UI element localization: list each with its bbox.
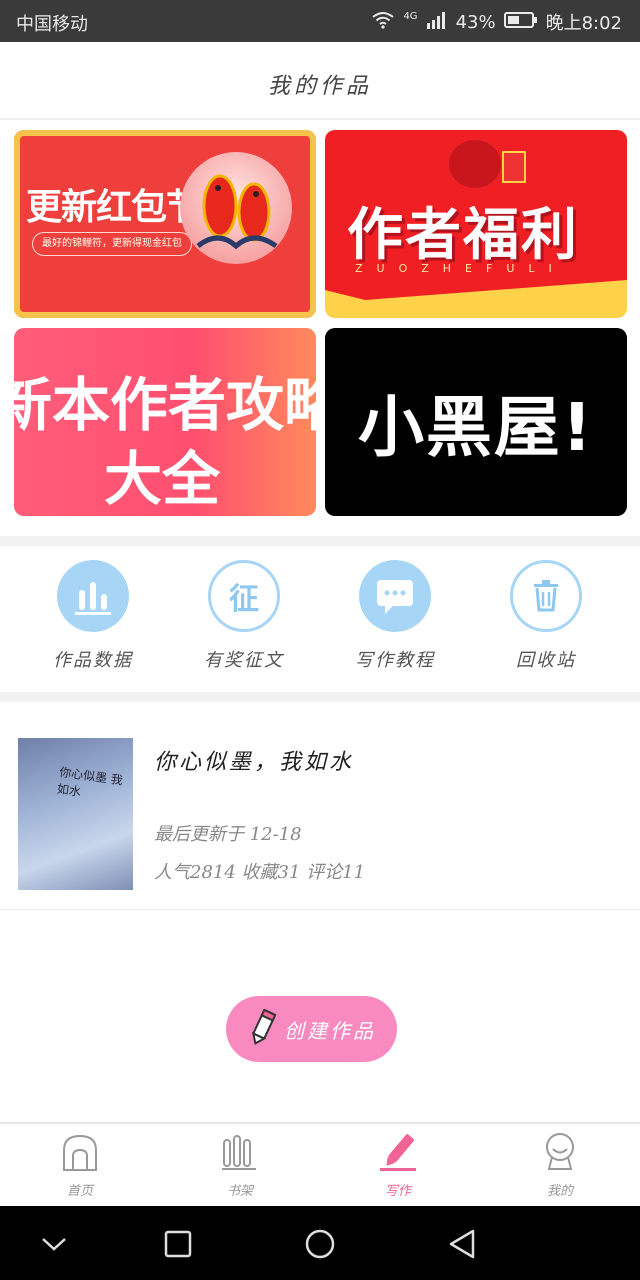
tab-home[interactable]: 首页: [30, 1132, 130, 1199]
tab-bookshelf[interactable]: 书架: [190, 1132, 290, 1199]
banner-pinyin: ZUOZHEFULI: [355, 262, 566, 275]
tab-label: 写作: [384, 1184, 411, 1199]
signal-icon: [426, 11, 448, 34]
create-button-label: 创建作品: [284, 1018, 376, 1043]
banner-subtitle: 最好的锦鲤符，更新得现金红包: [32, 232, 192, 256]
home-circle-icon[interactable]: [300, 1224, 340, 1264]
battery-percent: 43%: [455, 11, 496, 33]
banner-title-line1: 新本作者攻略: [14, 371, 316, 439]
pen-icon: [378, 1134, 418, 1176]
page-title: 我的作品: [267, 74, 372, 99]
status-icons: 4G 43% 晚上8:02: [371, 9, 622, 35]
page-header: 我的作品: [0, 42, 640, 120]
banner-title: 更新红包节: [26, 187, 202, 228]
banner-title: 作者福利: [347, 203, 579, 268]
back-triangle-icon[interactable]: [442, 1224, 482, 1264]
work-list-item[interactable]: 你心似墨 我如水 你心似墨，我如水 最后更新于 12-18 人气2814 收藏3…: [0, 702, 640, 910]
create-work-button[interactable]: 创建作品: [226, 996, 397, 1062]
trash-icon: [510, 560, 582, 632]
banner-title: 小黑屋!: [357, 389, 595, 466]
carrier-name: 中国移动: [16, 14, 88, 35]
banner-title-line2: 大全: [104, 445, 221, 513]
quick-actions: 作品数据 征 有奖征文 写作教程 回收站: [0, 546, 640, 692]
tab-label: 首页: [66, 1184, 93, 1199]
work-stats: 人气2814 收藏31 评论11: [154, 862, 366, 883]
section-divider: [0, 536, 640, 546]
home-icon: [60, 1134, 100, 1176]
bookshelf-icon: [220, 1135, 260, 1176]
banner-author-guide[interactable]: 新本作者攻略 大全: [14, 328, 316, 516]
action-label: 回收站: [516, 650, 576, 671]
clock: 晚上8:02: [545, 13, 622, 34]
bottom-tab-bar: 首页 书架 写作 我的: [0, 1122, 640, 1206]
koi-fish-icon: [180, 152, 292, 264]
work-title: 你心似墨，我如水: [154, 750, 355, 775]
system-navigation-bar: [0, 1206, 640, 1280]
chevron-down-icon[interactable]: [34, 1224, 74, 1264]
tab-mine[interactable]: 我的: [510, 1132, 610, 1199]
banner-update-red-packet[interactable]: 更新红包节 最好的锦鲤符，更新得现金红包: [14, 130, 316, 318]
banner-author-welfare[interactable]: 作者福利 ZUOZHEFULI: [325, 130, 627, 318]
chat-bubble-icon: [359, 560, 431, 632]
battery-icon: [503, 11, 538, 34]
section-divider: [0, 692, 640, 702]
action-writing-tutorial[interactable]: 写作教程: [330, 560, 460, 672]
banner-blackroom[interactable]: 小黑屋!: [325, 328, 627, 516]
user-icon: [540, 1133, 580, 1176]
pencil-icon: [248, 1007, 278, 1052]
action-label: 写作教程: [355, 650, 435, 671]
status-bar: 中国移动 4G 43% 晚上8:02: [0, 0, 640, 42]
action-recycle-bin[interactable]: 回收站: [481, 560, 611, 672]
tab-label: 书架: [226, 1184, 253, 1199]
tab-write[interactable]: 写作: [348, 1132, 448, 1199]
wifi-icon: [371, 11, 395, 34]
network-type: 4G: [403, 10, 418, 22]
action-work-data[interactable]: 作品数据: [28, 560, 158, 672]
zheng-icon: 征: [208, 560, 280, 632]
book-cover-image: 你心似墨 我如水: [18, 738, 133, 890]
action-label: 作品数据: [53, 650, 133, 671]
action-label: 有奖征文: [204, 650, 284, 671]
bar-chart-icon: [57, 560, 129, 632]
tab-label: 我的: [546, 1184, 573, 1199]
cover-title: 你心似墨 我如水: [56, 764, 124, 799]
action-essay-contest[interactable]: 征 有奖征文: [179, 560, 309, 672]
recent-apps-square-icon[interactable]: [158, 1224, 198, 1264]
work-updated: 最后更新于 12-18: [154, 824, 302, 845]
banner-grid: 更新红包节 最好的锦鲤符，更新得现金红包 作者福利 ZUOZHEFULI 新本作…: [0, 120, 640, 536]
